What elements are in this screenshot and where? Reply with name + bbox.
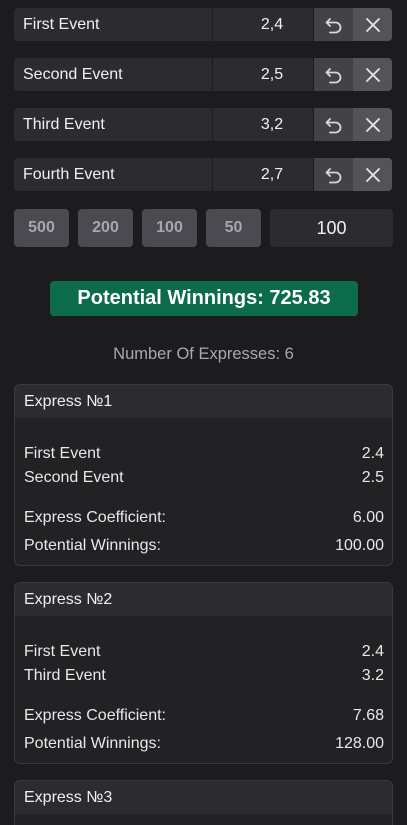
express-event-coefficient: 2.5	[361, 469, 384, 486]
event-coefficient[interactable]: 2,4	[212, 8, 313, 41]
stake-input[interactable]	[270, 209, 393, 247]
amount-button-50[interactable]: 50	[206, 209, 261, 247]
undo-button[interactable]	[313, 158, 353, 191]
express-coefficient-line: Express Coefficient: 7.68	[24, 704, 384, 728]
express-event-line: First Event 2.4	[24, 640, 384, 664]
stake-controls: 500 200 100 50	[14, 209, 393, 247]
express-winnings-value: 100.00	[335, 537, 384, 554]
express-winnings-label: Potential Winnings:	[24, 537, 161, 554]
express-coefficient-value: 6.00	[352, 509, 384, 526]
event-row: Third Event 3,2	[14, 108, 393, 141]
event-name: Third Event	[14, 108, 212, 141]
express-card: Express №3	[14, 780, 393, 825]
express-event-coefficient: 3.2	[361, 667, 384, 684]
undo-button[interactable]	[313, 58, 353, 91]
express-winnings-label: Potential Winnings:	[24, 735, 161, 752]
undo-button[interactable]	[313, 8, 353, 41]
express-event-line: First Event 2.4	[24, 442, 384, 466]
express-coefficient-label: Express Coefficient:	[24, 509, 166, 526]
close-icon	[365, 117, 380, 132]
express-coefficient-line: Express Coefficient: 6.00	[24, 506, 384, 530]
express-event-name: First Event	[24, 643, 101, 660]
event-coefficient[interactable]: 2,5	[212, 58, 313, 91]
express-event-name: Third Event	[24, 667, 106, 684]
event-name: First Event	[14, 8, 212, 41]
event-coefficient[interactable]: 3,2	[212, 108, 313, 141]
express-card: Express №2 First Event 2.4 Third Event 3…	[14, 582, 393, 764]
express-event-name: Second Event	[24, 469, 124, 486]
remove-button[interactable]	[353, 58, 392, 91]
express-winnings-line: Potential Winnings: 100.00	[24, 534, 384, 558]
undo-icon	[325, 17, 341, 33]
expresses-count: Number Of Expresses: 6	[113, 345, 294, 363]
express-title: Express №1	[15, 385, 392, 418]
close-icon	[365, 17, 380, 32]
event-row: Second Event 2,5	[14, 58, 393, 91]
express-event-coefficient: 2.4	[361, 445, 384, 462]
undo-icon	[325, 167, 341, 183]
amount-button-500[interactable]: 500	[14, 209, 69, 247]
express-winnings-value: 128.00	[335, 735, 384, 752]
event-row: First Event 2,4	[14, 8, 393, 41]
remove-button[interactable]	[353, 108, 392, 141]
remove-button[interactable]	[353, 158, 392, 191]
undo-icon	[325, 117, 341, 133]
remove-button[interactable]	[353, 8, 392, 41]
express-coefficient-value: 7.68	[352, 707, 384, 724]
event-coefficient[interactable]: 2,7	[212, 158, 313, 191]
express-event-line: Third Event 3.2	[24, 664, 384, 688]
express-winnings-line: Potential Winnings: 128.00	[24, 732, 384, 756]
express-title: Express №3	[15, 781, 392, 814]
event-name: Second Event	[14, 58, 212, 91]
express-card: Express №1 First Event 2.4 Second Event …	[14, 384, 393, 566]
amount-button-200[interactable]: 200	[78, 209, 133, 247]
express-event-line: Second Event 2.5	[24, 466, 384, 490]
express-event-coefficient: 2.4	[361, 643, 384, 660]
express-title: Express №2	[15, 583, 392, 616]
express-coefficient-label: Express Coefficient:	[24, 707, 166, 724]
event-row: Fourth Event 2,7	[14, 158, 393, 191]
potential-winnings-badge: Potential Winnings: 725.83	[50, 281, 358, 316]
undo-icon	[325, 67, 341, 83]
close-icon	[365, 67, 380, 82]
amount-button-100[interactable]: 100	[142, 209, 197, 247]
close-icon	[365, 167, 380, 182]
undo-button[interactable]	[313, 108, 353, 141]
express-event-name: First Event	[24, 445, 101, 462]
event-name: Fourth Event	[14, 158, 212, 191]
